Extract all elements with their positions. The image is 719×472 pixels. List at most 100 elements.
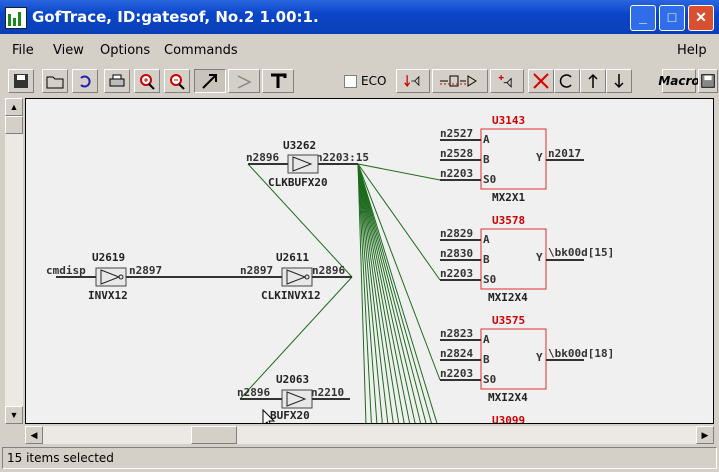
mux-b-net: n2830: [440, 247, 473, 260]
gate-u2611[interactable]: n2897 n2896 U2611 CLKINVX12: [166, 251, 352, 302]
mux-b-pin: B: [483, 253, 490, 266]
gate-cell-label: BUFX20: [270, 409, 310, 422]
gate-output-label: n2203:15: [316, 151, 369, 164]
wire: [357, 163, 394, 423]
gate-u2063[interactable]: n2896 n2210 U2063 BUFX20: [237, 373, 350, 422]
menu-commands[interactable]: Commands: [164, 43, 238, 58]
mux-y-net: n2017: [548, 147, 581, 160]
save-icon[interactable]: [8, 69, 34, 93]
mux-u3578[interactable]: U3578 n2829 n2830 n2203 A B S0 Y \bk00d[…: [440, 214, 614, 304]
gate-instance-label: U2611: [276, 251, 309, 264]
horizontal-scrollbar[interactable]: ◀ ▶: [25, 426, 714, 444]
mux-s0-pin: S0: [483, 373, 496, 386]
gate-output-label: n2896: [312, 264, 345, 277]
trace-path-icon[interactable]: [432, 69, 488, 93]
mux-b-pin: B: [483, 353, 490, 366]
arrow-down-icon[interactable]: [606, 69, 632, 93]
gate-cell-label: INVX12: [88, 289, 128, 302]
window-title: GofTrace, ID:gatesof, No.2 1.00:1.: [32, 8, 319, 26]
arrow-up-icon[interactable]: [580, 69, 606, 93]
menu-help[interactable]: Help: [677, 43, 707, 58]
add-gate-icon[interactable]: [490, 69, 524, 93]
mux-b-net: n2824: [440, 347, 473, 360]
open-folder-icon[interactable]: [42, 69, 68, 93]
eco-checkbox[interactable]: [344, 74, 357, 88]
status-bar: 15 items selected: [2, 447, 717, 469]
mux-cell-label: MX2X1: [492, 191, 525, 204]
toolbar: ECO Macro: [0, 66, 719, 96]
mux-instance-label: U3575: [492, 314, 525, 327]
mux-s0-pin: S0: [483, 173, 496, 186]
wire: [357, 163, 411, 423]
eco-label: ECO: [361, 74, 387, 88]
scroll-down-icon[interactable]: ▼: [5, 406, 23, 424]
mux-s0-net: n2203: [440, 267, 473, 280]
gate-output-label: n2897: [129, 264, 162, 277]
mux-instance-label: U3578: [492, 214, 525, 227]
schematic-diagram[interactable]: cmdisp n2897 U2619 INVX12 n2896 n2203:15…: [26, 99, 714, 424]
vertical-scrollbar[interactable]: ▲ ▼: [5, 98, 23, 424]
mux-u3575[interactable]: U3575 n2823 n2824 n2203 A B S0 Y \bk00d[…: [440, 314, 614, 404]
wire-tool-icon[interactable]: [228, 69, 260, 93]
mux-cell-label: MXI2X4: [488, 291, 528, 304]
menu-file[interactable]: File: [12, 43, 34, 58]
mux-a-pin: A: [483, 133, 490, 146]
mux-y-net: \bk00d[18]: [548, 347, 614, 360]
gate-instance-label: U2063: [276, 373, 309, 386]
vertical-scroll-thumb[interactable]: [5, 116, 23, 134]
print-icon[interactable]: [104, 69, 130, 93]
mux-a-pin: A: [483, 333, 490, 346]
partial-instance-label: U3099: [492, 414, 525, 424]
wire: [357, 163, 441, 181]
gate-u2619[interactable]: cmdisp n2897 U2619 INVX12: [46, 251, 166, 302]
delete-icon[interactable]: [528, 69, 554, 93]
mux-y-pin: Y: [536, 251, 543, 264]
eco-toggle[interactable]: ECO: [344, 74, 386, 88]
mux-y-pin: Y: [536, 151, 543, 164]
schematic-canvas[interactable]: cmdisp n2897 U2619 INVX12 n2896 n2203:15…: [25, 98, 714, 424]
close-button[interactable]: ✕: [688, 5, 714, 31]
minimize-button[interactable]: _: [630, 5, 656, 31]
mux-a-net: n2527: [440, 127, 473, 140]
status-text: 15 items selected: [7, 451, 114, 465]
scroll-right-icon[interactable]: ▶: [696, 426, 714, 444]
gate-input-label: n2896: [237, 386, 270, 399]
text-tool-icon[interactable]: [262, 69, 294, 93]
select-arrow-icon[interactable]: [194, 69, 226, 93]
redo-icon[interactable]: [554, 69, 580, 93]
menu-bar: File View Options Commands Help: [0, 38, 719, 64]
gate-instance-label: U3262: [283, 139, 316, 152]
toolbar-separator: [632, 69, 660, 93]
macro-button[interactable]: Macro: [658, 69, 700, 93]
mux-a-pin: A: [483, 233, 490, 246]
mux-a-net: n2823: [440, 327, 473, 340]
zoom-out-icon[interactable]: [164, 69, 190, 93]
mux-instance-label: U3143: [492, 114, 525, 127]
scroll-up-icon[interactable]: ▲: [5, 98, 23, 116]
trace-down-icon[interactable]: [396, 69, 430, 93]
mux-a-net: n2829: [440, 227, 473, 240]
gate-input-label: n2896: [246, 151, 279, 164]
mux-y-pin: Y: [536, 351, 543, 364]
mux-b-net: n2528: [440, 147, 473, 160]
mux-y-net: \bk00d[15]: [548, 246, 614, 259]
gate-output-label: n2210: [311, 386, 344, 399]
mux-u3143[interactable]: U3143 n2527 n2528 n2203 A B S0 Y n2017 M…: [440, 114, 584, 204]
gate-cell-label: CLKBUFX20: [268, 176, 328, 189]
gate-cell-label: CLKINVX12: [261, 289, 321, 302]
mux-s0-net: n2203: [440, 167, 473, 180]
gate-input-label: n2897: [240, 264, 273, 277]
menu-view[interactable]: View: [53, 43, 84, 58]
title-bar: GofTrace, ID:gatesof, No.2 1.00:1. _ □ ✕: [0, 0, 719, 34]
zoom-in-icon[interactable]: [134, 69, 160, 93]
mux-cell-label: MXI2X4: [488, 391, 528, 404]
undo-icon[interactable]: [72, 69, 98, 93]
mux-s0-pin: S0: [483, 273, 496, 286]
gate-input-label: cmdisp: [46, 264, 86, 277]
scroll-left-icon[interactable]: ◀: [25, 426, 43, 444]
mux-s0-net: n2203: [440, 367, 473, 380]
horizontal-scroll-thumb[interactable]: [191, 426, 237, 444]
menu-options[interactable]: Options: [100, 43, 150, 58]
disk-icon[interactable]: [698, 69, 718, 93]
maximize-button[interactable]: □: [659, 5, 685, 31]
